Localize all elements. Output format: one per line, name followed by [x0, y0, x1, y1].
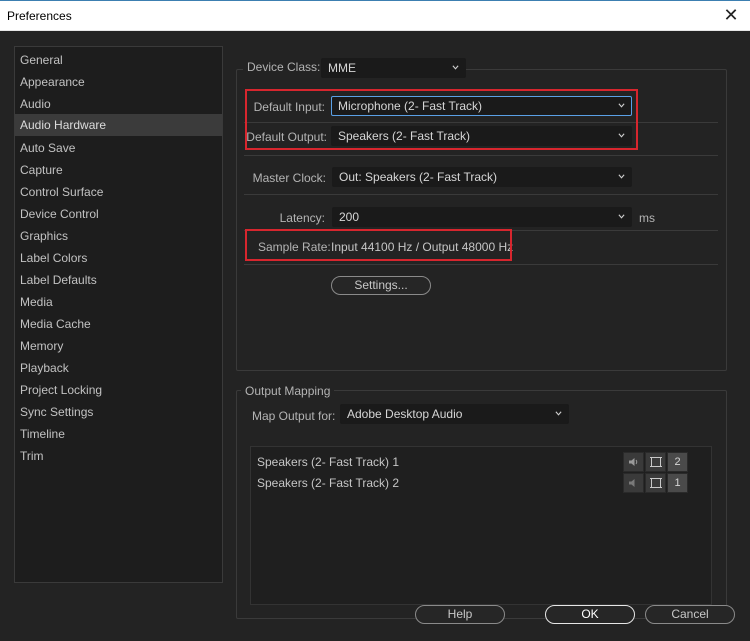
speaker-icon[interactable]	[623, 473, 644, 493]
settings-button[interactable]: Settings...	[331, 276, 431, 295]
chevron-down-icon	[618, 214, 625, 219]
map-output-for-label: Map Output for:	[252, 409, 336, 423]
sidebar-item-sync-settings[interactable]: Sync Settings	[15, 401, 222, 423]
channel-number-badge: 1	[667, 473, 688, 493]
divider	[244, 264, 718, 265]
chevron-down-icon	[452, 65, 459, 70]
map-output-for-value: Adobe Desktop Audio	[347, 407, 463, 421]
divider	[244, 194, 718, 195]
device-class-dropdown[interactable]: MME	[321, 58, 466, 78]
list-item[interactable]: Speakers (2- Fast Track) 1	[257, 455, 399, 469]
help-button[interactable]: Help	[415, 605, 505, 624]
sidebar-item-audio[interactable]: Audio	[15, 93, 222, 115]
close-icon[interactable]: ✕	[720, 5, 742, 27]
sidebar-item-appearance[interactable]: Appearance	[15, 71, 222, 93]
sidebar-item-label-colors[interactable]: Label Colors	[15, 247, 222, 269]
highlight-box-sample-rate	[245, 229, 512, 261]
sidebar-item-device-control[interactable]: Device Control	[15, 203, 222, 225]
sidebar-item-auto-save[interactable]: Auto Save	[15, 137, 222, 159]
channel-target-icon[interactable]	[645, 473, 666, 493]
title-bar: Preferences ✕	[0, 0, 750, 31]
sidebar-item-capture[interactable]: Capture	[15, 159, 222, 181]
master-clock-dropdown[interactable]: Out: Speakers (2- Fast Track)	[332, 167, 632, 187]
latency-dropdown[interactable]: 200	[332, 207, 632, 227]
list-item[interactable]: Speakers (2- Fast Track) 2	[257, 476, 399, 490]
sidebar-item-media[interactable]: Media	[15, 291, 222, 313]
cancel-button[interactable]: Cancel	[645, 605, 735, 624]
latency-label: Latency:	[279, 211, 325, 225]
latency-value: 200	[339, 210, 360, 224]
highlight-box-input-output	[245, 89, 638, 150]
sidebar-item-graphics[interactable]: Graphics	[15, 225, 222, 247]
map-output-for-dropdown[interactable]: Adobe Desktop Audio	[340, 404, 569, 424]
channel-number-badge: 2	[667, 452, 688, 472]
sidebar-item-media-cache[interactable]: Media Cache	[15, 313, 222, 335]
window-title: Preferences	[7, 9, 72, 23]
chevron-down-icon	[618, 174, 625, 179]
sidebar-item-label-defaults[interactable]: Label Defaults	[15, 269, 222, 291]
sidebar-item-timeline[interactable]: Timeline	[15, 423, 222, 445]
master-clock-label: Master Clock:	[252, 171, 326, 185]
sidebar-item-playback[interactable]: Playback	[15, 357, 222, 379]
sidebar-item-project-locking[interactable]: Project Locking	[15, 379, 222, 401]
device-class-label: Device Class:	[243, 60, 325, 74]
sidebar-item-trim[interactable]: Trim	[15, 445, 222, 467]
preferences-sidebar: General Appearance Audio Audio Hardware …	[14, 46, 223, 583]
sidebar-item-control-surface[interactable]: Control Surface	[15, 181, 222, 203]
sidebar-item-memory[interactable]: Memory	[15, 335, 222, 357]
chevron-down-icon	[555, 411, 562, 416]
ok-button[interactable]: OK	[545, 605, 635, 624]
output-mapping-list: Speakers (2- Fast Track) 1 Speakers (2- …	[250, 446, 712, 605]
channel-target-icon[interactable]	[645, 452, 666, 472]
output-mapping-legend: Output Mapping	[241, 384, 335, 398]
device-class-value: MME	[328, 61, 356, 75]
preferences-dialog: General Appearance Audio Audio Hardware …	[0, 31, 750, 641]
speaker-icon[interactable]	[623, 452, 644, 472]
divider	[244, 155, 718, 156]
sidebar-item-general[interactable]: General	[15, 49, 222, 71]
latency-unit: ms	[639, 211, 655, 225]
sidebar-item-audio-hardware[interactable]: Audio Hardware	[15, 114, 222, 136]
master-clock-value: Out: Speakers (2- Fast Track)	[339, 170, 498, 184]
